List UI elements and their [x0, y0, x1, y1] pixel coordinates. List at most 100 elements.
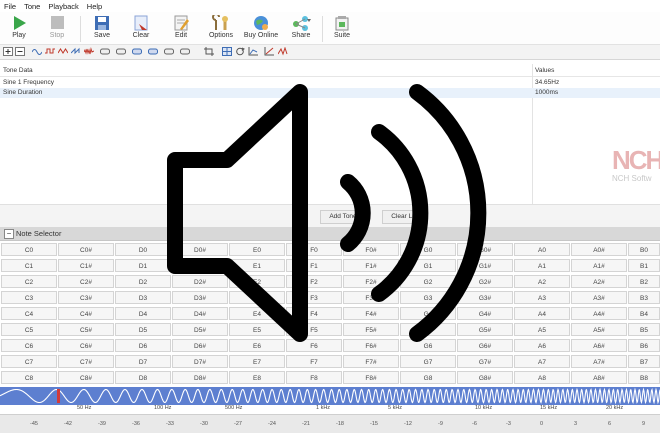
note-button[interactable]: C1 — [1, 259, 57, 272]
menu-tone[interactable]: Tone — [20, 0, 44, 11]
note-button[interactable]: C8 — [1, 371, 57, 384]
tone-shape-icon[interactable] — [100, 47, 110, 56]
sweep-icon[interactable] — [278, 47, 288, 56]
note-button[interactable]: C3# — [58, 291, 114, 304]
note-button[interactable]: D7# — [172, 355, 228, 368]
note-button[interactable]: C6# — [58, 339, 114, 352]
note-button[interactable]: D2 — [115, 275, 171, 288]
note-button[interactable]: B3 — [628, 291, 660, 304]
noise-icon[interactable] — [84, 47, 94, 56]
save-button[interactable]: Save — [83, 14, 121, 44]
note-button[interactable]: F8 — [286, 371, 342, 384]
note-button[interactable]: G8 — [400, 371, 456, 384]
note-button[interactable]: C0# — [58, 243, 114, 256]
note-button[interactable]: D8# — [172, 371, 228, 384]
triangle-wave-icon[interactable] — [58, 47, 68, 56]
clear-button[interactable]: Clear — [122, 14, 160, 44]
square-wave-icon[interactable] — [45, 47, 55, 56]
note-button[interactable]: D4 — [115, 307, 171, 320]
note-button[interactable]: A6# — [571, 339, 627, 352]
edit-button[interactable]: Edit — [162, 14, 200, 44]
crop-icon[interactable] — [204, 47, 214, 56]
note-button[interactable]: C3 — [1, 291, 57, 304]
note-button[interactable]: A7 — [514, 355, 570, 368]
buy-online-button[interactable]: Buy Online — [242, 14, 280, 44]
note-button[interactable]: B1 — [628, 259, 660, 272]
note-button[interactable]: A1# — [571, 259, 627, 272]
stop-button[interactable]: Stop — [38, 14, 76, 44]
note-button[interactable]: B7 — [628, 355, 660, 368]
note-button[interactable]: B8 — [628, 371, 660, 384]
add-icon[interactable] — [3, 47, 13, 56]
note-button[interactable]: F7# — [343, 355, 399, 368]
note-button[interactable]: C7# — [58, 355, 114, 368]
note-button[interactable]: A6 — [514, 339, 570, 352]
note-button[interactable]: D0 — [115, 243, 171, 256]
sine-wave-icon[interactable] — [32, 47, 42, 56]
note-button[interactable]: C8# — [58, 371, 114, 384]
note-button[interactable]: B4 — [628, 307, 660, 320]
note-button[interactable]: D5 — [115, 323, 171, 336]
note-button[interactable]: C5# — [58, 323, 114, 336]
note-button[interactable]: C4 — [1, 307, 57, 320]
chart-icon[interactable] — [248, 47, 258, 56]
note-button[interactable]: G7 — [400, 355, 456, 368]
slope-icon[interactable] — [264, 47, 274, 56]
note-button[interactable]: G8# — [457, 371, 513, 384]
note-button[interactable]: D3 — [115, 291, 171, 304]
note-button[interactable]: C5 — [1, 323, 57, 336]
note-button[interactable]: C4# — [58, 307, 114, 320]
note-button[interactable]: A0 — [514, 243, 570, 256]
note-button[interactable]: A4 — [514, 307, 570, 320]
note-button[interactable]: A2# — [571, 275, 627, 288]
note-button[interactable]: A5# — [571, 323, 627, 336]
share-button[interactable]: Share — [282, 14, 320, 44]
play-button[interactable]: Play — [0, 14, 38, 44]
note-button[interactable]: C0 — [1, 243, 57, 256]
note-button[interactable]: A2 — [514, 275, 570, 288]
note-button[interactable]: D8 — [115, 371, 171, 384]
grid-icon[interactable] — [222, 47, 232, 56]
note-button[interactable]: G7# — [457, 355, 513, 368]
menu-help[interactable]: Help — [83, 0, 106, 11]
note-button[interactable]: B0 — [628, 243, 660, 256]
note-button[interactable]: F7 — [286, 355, 342, 368]
menu-file[interactable]: File — [0, 0, 20, 11]
loop-icon[interactable] — [235, 47, 245, 56]
frequency-waveform[interactable] — [0, 387, 660, 405]
note-button[interactable]: A0# — [571, 243, 627, 256]
note-button[interactable]: B5 — [628, 323, 660, 336]
note-button[interactable]: A1 — [514, 259, 570, 272]
note-button[interactable]: E8 — [229, 371, 285, 384]
collapse-icon[interactable]: − — [4, 229, 14, 239]
tone-shape-icon[interactable] — [148, 47, 158, 56]
note-button[interactable]: C6 — [1, 339, 57, 352]
note-button[interactable]: B2 — [628, 275, 660, 288]
options-button[interactable]: Options — [202, 14, 240, 44]
note-button[interactable]: A3# — [571, 291, 627, 304]
note-button[interactable]: D7 — [115, 355, 171, 368]
note-button[interactable]: A7# — [571, 355, 627, 368]
frequency-marker[interactable] — [57, 389, 60, 403]
note-button[interactable]: D1 — [115, 259, 171, 272]
note-button[interactable]: C1# — [58, 259, 114, 272]
note-button[interactable]: A4# — [571, 307, 627, 320]
remove-icon[interactable] — [15, 47, 25, 56]
note-button[interactable]: A8 — [514, 371, 570, 384]
note-button[interactable]: F8# — [343, 371, 399, 384]
note-button[interactable]: C2# — [58, 275, 114, 288]
suite-button[interactable]: Suite — [323, 14, 361, 44]
tone-shape-icon[interactable] — [164, 47, 174, 56]
tone-shape-icon[interactable] — [132, 47, 142, 56]
note-button[interactable]: C2 — [1, 275, 57, 288]
note-button[interactable]: C7 — [1, 355, 57, 368]
sawtooth-wave-icon[interactable] — [71, 47, 81, 56]
menu-playback[interactable]: Playback — [44, 0, 82, 11]
note-button[interactable]: D6 — [115, 339, 171, 352]
note-button[interactable]: E7 — [229, 355, 285, 368]
note-button[interactable]: B6 — [628, 339, 660, 352]
tone-shape-icon[interactable] — [116, 47, 126, 56]
tone-shape-icon[interactable] — [180, 47, 190, 56]
note-button[interactable]: A3 — [514, 291, 570, 304]
note-button[interactable]: A5 — [514, 323, 570, 336]
